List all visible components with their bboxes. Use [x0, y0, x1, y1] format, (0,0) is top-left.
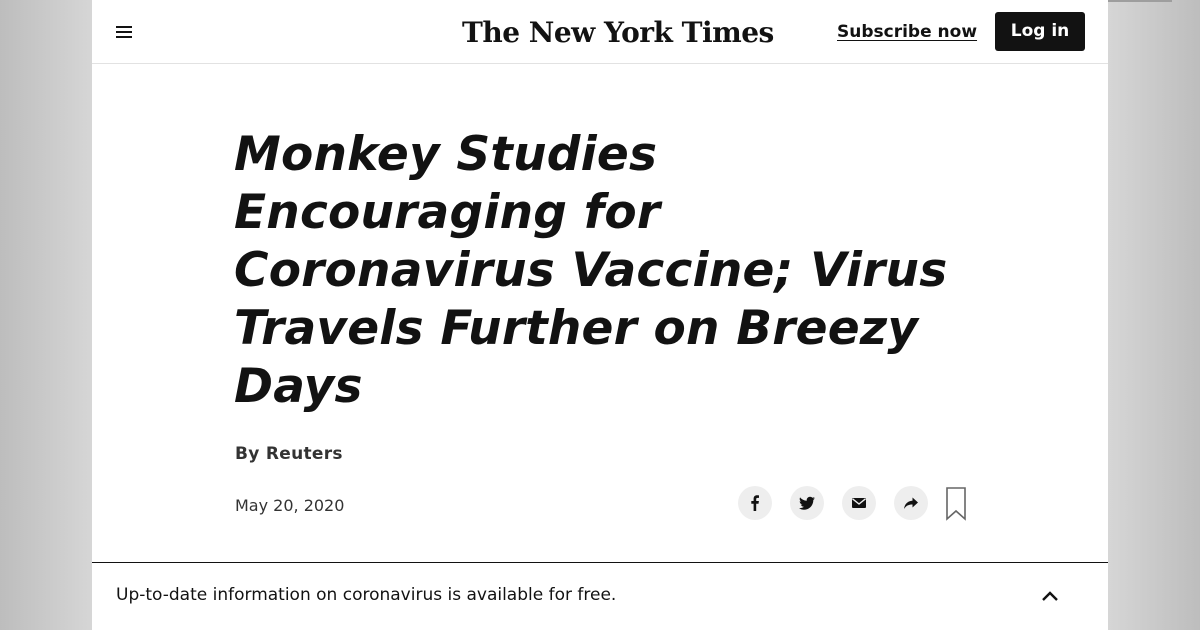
site-header: The New York Times Subscribe now Log in: [92, 0, 1108, 64]
subscribe-now-link[interactable]: Subscribe now: [837, 20, 977, 44]
facebook-icon: [751, 495, 759, 511]
facebook-share-button[interactable]: [738, 486, 772, 520]
twitter-icon: [799, 496, 815, 510]
log-in-button[interactable]: Log in: [995, 12, 1085, 51]
email-icon: [852, 498, 866, 508]
hamburger-menu-icon[interactable]: [114, 22, 134, 42]
chevron-up-icon[interactable]: [1039, 586, 1061, 608]
share-toolbar: [738, 486, 978, 521]
more-share-button[interactable]: [894, 486, 928, 520]
nyt-masthead-logo[interactable]: The New York Times: [462, 12, 774, 54]
email-share-button[interactable]: [842, 486, 876, 520]
coronavirus-info-banner[interactable]: Up-to-date information on coronavirus is…: [92, 562, 1108, 630]
article-byline: By Reuters: [235, 444, 343, 464]
article-frame: The New York Times Subscribe now Log in …: [92, 0, 1108, 630]
article-date: May 20, 2020: [235, 496, 345, 515]
article-headline: Monkey Studies Encouraging for Coronavir…: [234, 127, 948, 414]
background-edge-shadow: [1108, 0, 1172, 2]
twitter-share-button[interactable]: [790, 486, 824, 520]
banner-message: Up-to-date information on coronavirus is…: [116, 585, 617, 605]
share-arrow-icon: [904, 497, 918, 509]
bookmark-icon[interactable]: [945, 487, 967, 521]
